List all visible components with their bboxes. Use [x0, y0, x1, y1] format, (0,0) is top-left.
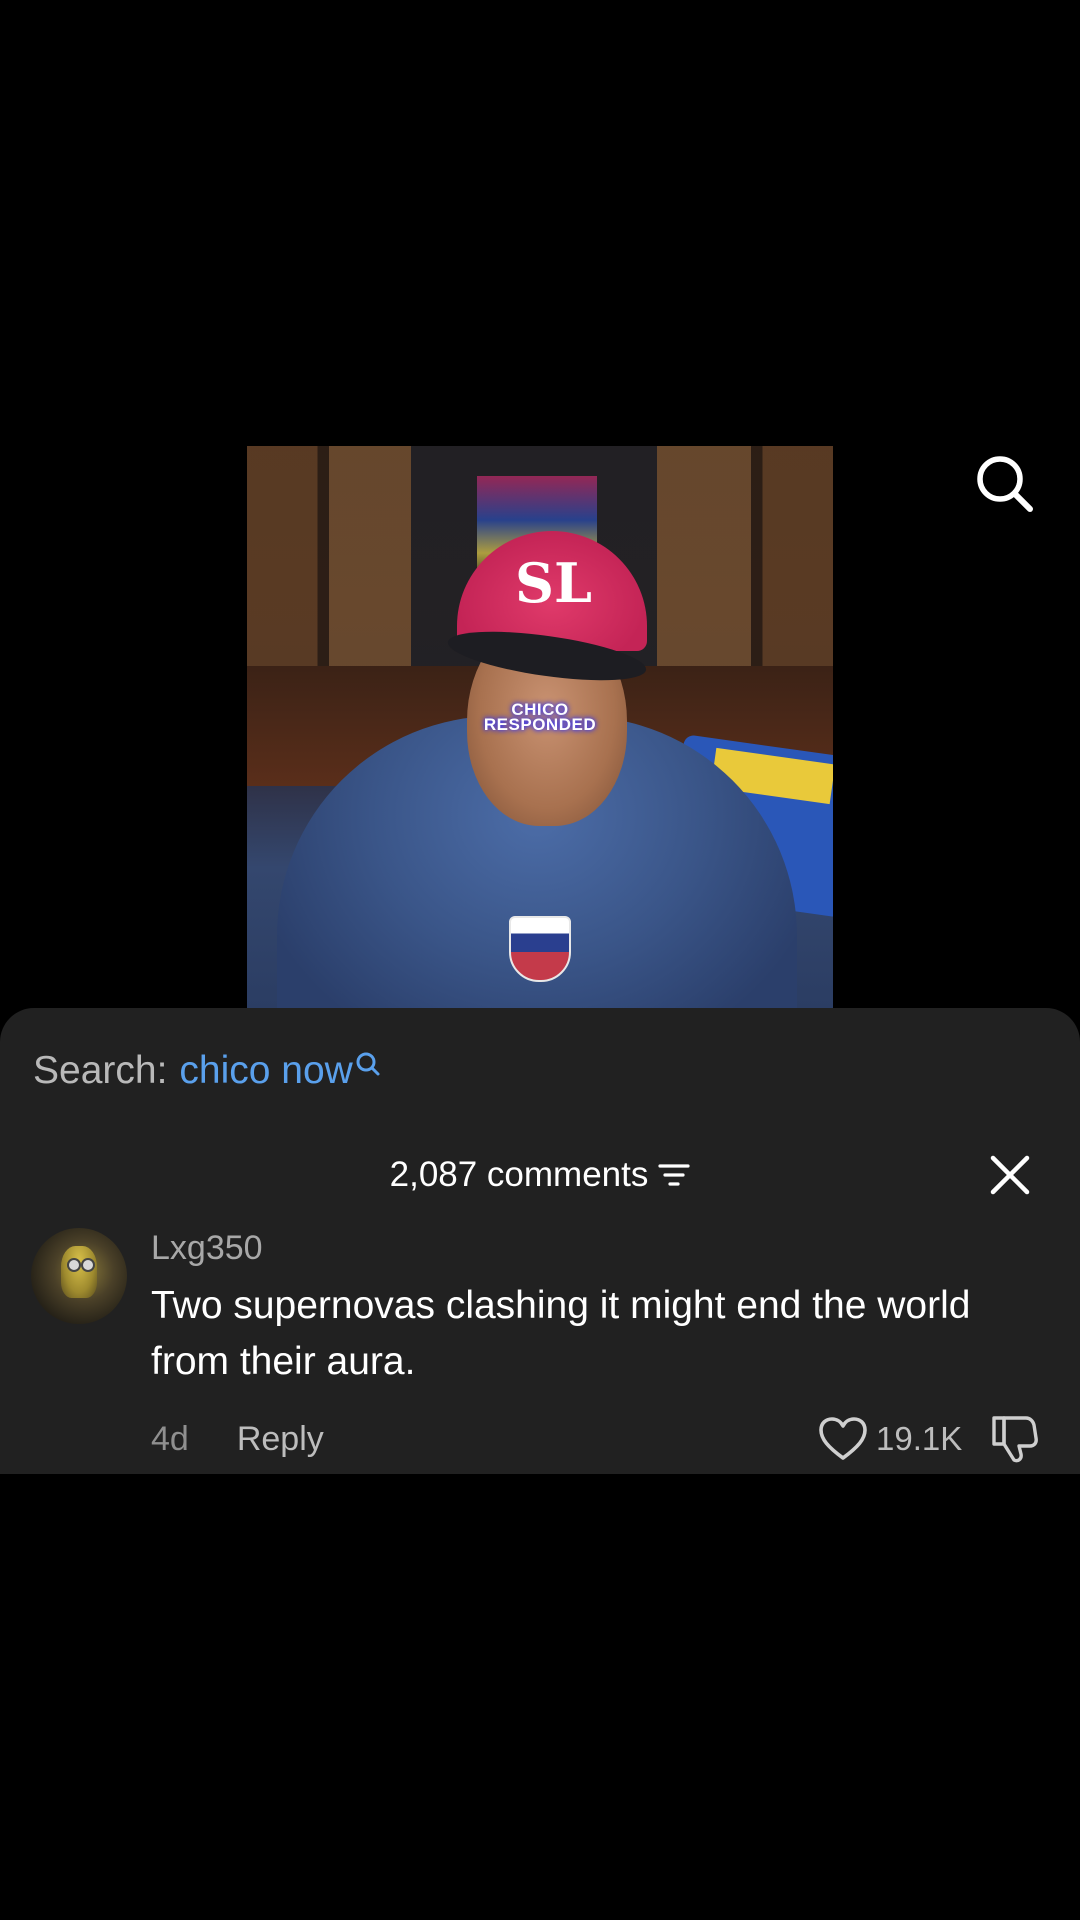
close-icon [990, 1155, 1030, 1195]
search-suggestion[interactable]: Search: chico now [33, 1045, 381, 1097]
comment-timestamp: 4d [151, 1419, 189, 1458]
comments-count: 2,087 comments [389, 1155, 649, 1194]
like-button[interactable]: 19.1K [818, 1412, 962, 1466]
video-player[interactable]: SL CHICO RESPONDED [247, 446, 833, 1008]
search-button[interactable] [974, 453, 1036, 515]
reply-button[interactable]: Reply [237, 1420, 324, 1459]
thumbs-down-icon [992, 1416, 1038, 1463]
video-cap-logo: SL [515, 551, 592, 615]
search-icon [977, 456, 1033, 512]
dislike-button[interactable] [990, 1414, 1038, 1464]
avatar-figure [61, 1246, 97, 1298]
search-icon [356, 1052, 380, 1076]
search-suggestion-prefix: Search: [33, 1049, 168, 1092]
comments-header: 2,087 comments [0, 1150, 1080, 1200]
comment-text: Two supernovas clashing it might end the… [151, 1284, 971, 1383]
avatar-eye-left [67, 1258, 81, 1272]
avatar-eye-right [81, 1258, 95, 1272]
comment-meta: 4d Reply [151, 1414, 324, 1464]
like-count: 19.1K [876, 1420, 963, 1457]
heart-icon [819, 1417, 867, 1460]
comment-username[interactable]: Lxg350 [151, 1226, 263, 1270]
video-caption-overlay: CHICO RESPONDED [247, 701, 833, 734]
video-jersey-crest [509, 916, 571, 982]
screen: SL CHICO RESPONDED Search: chico now 2,0… [0, 0, 1080, 1920]
close-comments-button[interactable] [989, 1154, 1031, 1196]
search-suggestion-term[interactable]: chico now [179, 1045, 352, 1097]
filter-icon[interactable] [658, 1161, 690, 1189]
video-caption-line2: RESPONDED [483, 715, 597, 734]
avatar[interactable] [31, 1228, 127, 1324]
